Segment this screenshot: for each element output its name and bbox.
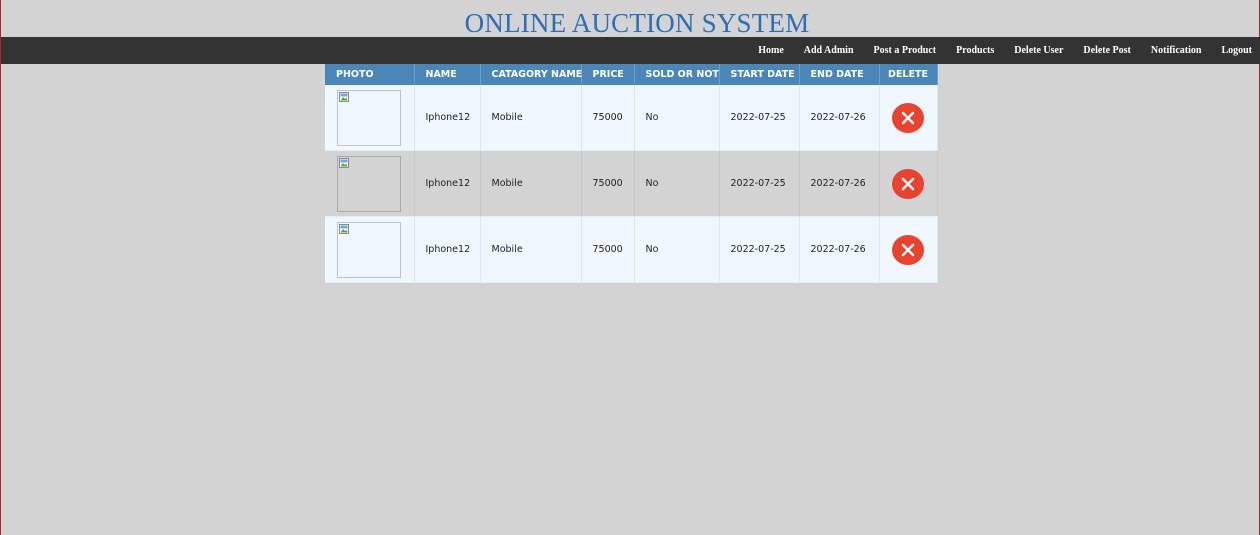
photo-cell [325, 216, 415, 283]
header-sold: SOLD OR NOT [634, 64, 720, 85]
nav-delete-post-link[interactable]: Delete Post [1073, 45, 1140, 56]
delete-button[interactable] [892, 102, 924, 133]
delete-cell [879, 150, 938, 217]
nav-delete-user-link[interactable]: Delete User [1004, 45, 1073, 56]
nav-add-admin-link[interactable]: Add Admin [794, 45, 864, 56]
table-header-row: PHOTO NAME CATAGORY NAME PRICE SOLD OR N… [325, 64, 938, 85]
product-end-date: 2022-07-26 [799, 216, 880, 283]
products-table-container: PHOTO NAME CATAGORY NAME PRICE SOLD OR N… [325, 64, 938, 283]
close-icon [901, 243, 915, 256]
product-photo [337, 155, 401, 212]
product-sold: No [634, 216, 720, 283]
product-name: Iphone12 [414, 150, 481, 217]
product-photo [337, 89, 401, 146]
product-price: 75000 [581, 85, 635, 151]
close-icon [901, 177, 915, 190]
product-name: Iphone12 [414, 216, 481, 283]
nav-post-product-link[interactable]: Post a Product [864, 45, 947, 56]
header-start-date: START DATE [719, 64, 800, 85]
product-start-date: 2022-07-25 [719, 216, 800, 283]
delete-button[interactable] [892, 234, 924, 265]
nav-products-link[interactable]: Products [946, 45, 1004, 56]
delete-cell [879, 85, 938, 151]
products-table: PHOTO NAME CATAGORY NAME PRICE SOLD OR N… [325, 64, 938, 283]
photo-cell [325, 150, 415, 217]
product-end-date: 2022-07-26 [799, 85, 880, 151]
delete-button[interactable] [892, 168, 924, 199]
close-icon [901, 111, 915, 124]
nav-home-link[interactable]: Home [748, 45, 794, 56]
nav-menu: Home Add Admin Post a Product Products D… [748, 37, 1260, 64]
product-start-date: 2022-07-25 [719, 150, 800, 217]
product-price: 75000 [581, 216, 635, 283]
nav-logout-link[interactable]: Logout [1211, 45, 1260, 56]
top-navbar: Home Add Admin Post a Product Products D… [1, 37, 1260, 64]
photo-cell [325, 85, 415, 151]
header-delete: DELETE [879, 64, 938, 85]
nav-notification-link[interactable]: Notification [1141, 45, 1212, 56]
table-row: Iphone12 Mobile 75000 No 2022-07-25 2022… [325, 85, 938, 151]
broken-image-icon [339, 91, 349, 102]
product-category: Mobile [480, 150, 582, 217]
broken-image-icon [339, 157, 349, 168]
header-photo: PHOTO [325, 64, 415, 85]
header-price: PRICE [581, 64, 635, 85]
delete-cell [879, 216, 938, 283]
site-title: ONLINE AUCTION SYSTEM [464, 8, 810, 38]
product-start-date: 2022-07-25 [719, 85, 800, 151]
product-price: 75000 [581, 150, 635, 217]
product-sold: No [634, 150, 720, 217]
product-sold: No [634, 85, 720, 151]
header-name: NAME [414, 64, 481, 85]
table-row: Iphone12 Mobile 75000 No 2022-07-25 2022… [325, 216, 938, 283]
product-category: Mobile [480, 216, 582, 283]
product-photo [337, 221, 401, 278]
broken-image-icon [339, 223, 349, 234]
header-category: CATAGORY NAME [480, 64, 582, 85]
product-end-date: 2022-07-26 [799, 150, 880, 217]
product-name: Iphone12 [414, 85, 481, 151]
product-category: Mobile [480, 85, 582, 151]
header-end-date: END DATE [799, 64, 880, 85]
table-row: Iphone12 Mobile 75000 No 2022-07-25 2022… [325, 150, 938, 217]
